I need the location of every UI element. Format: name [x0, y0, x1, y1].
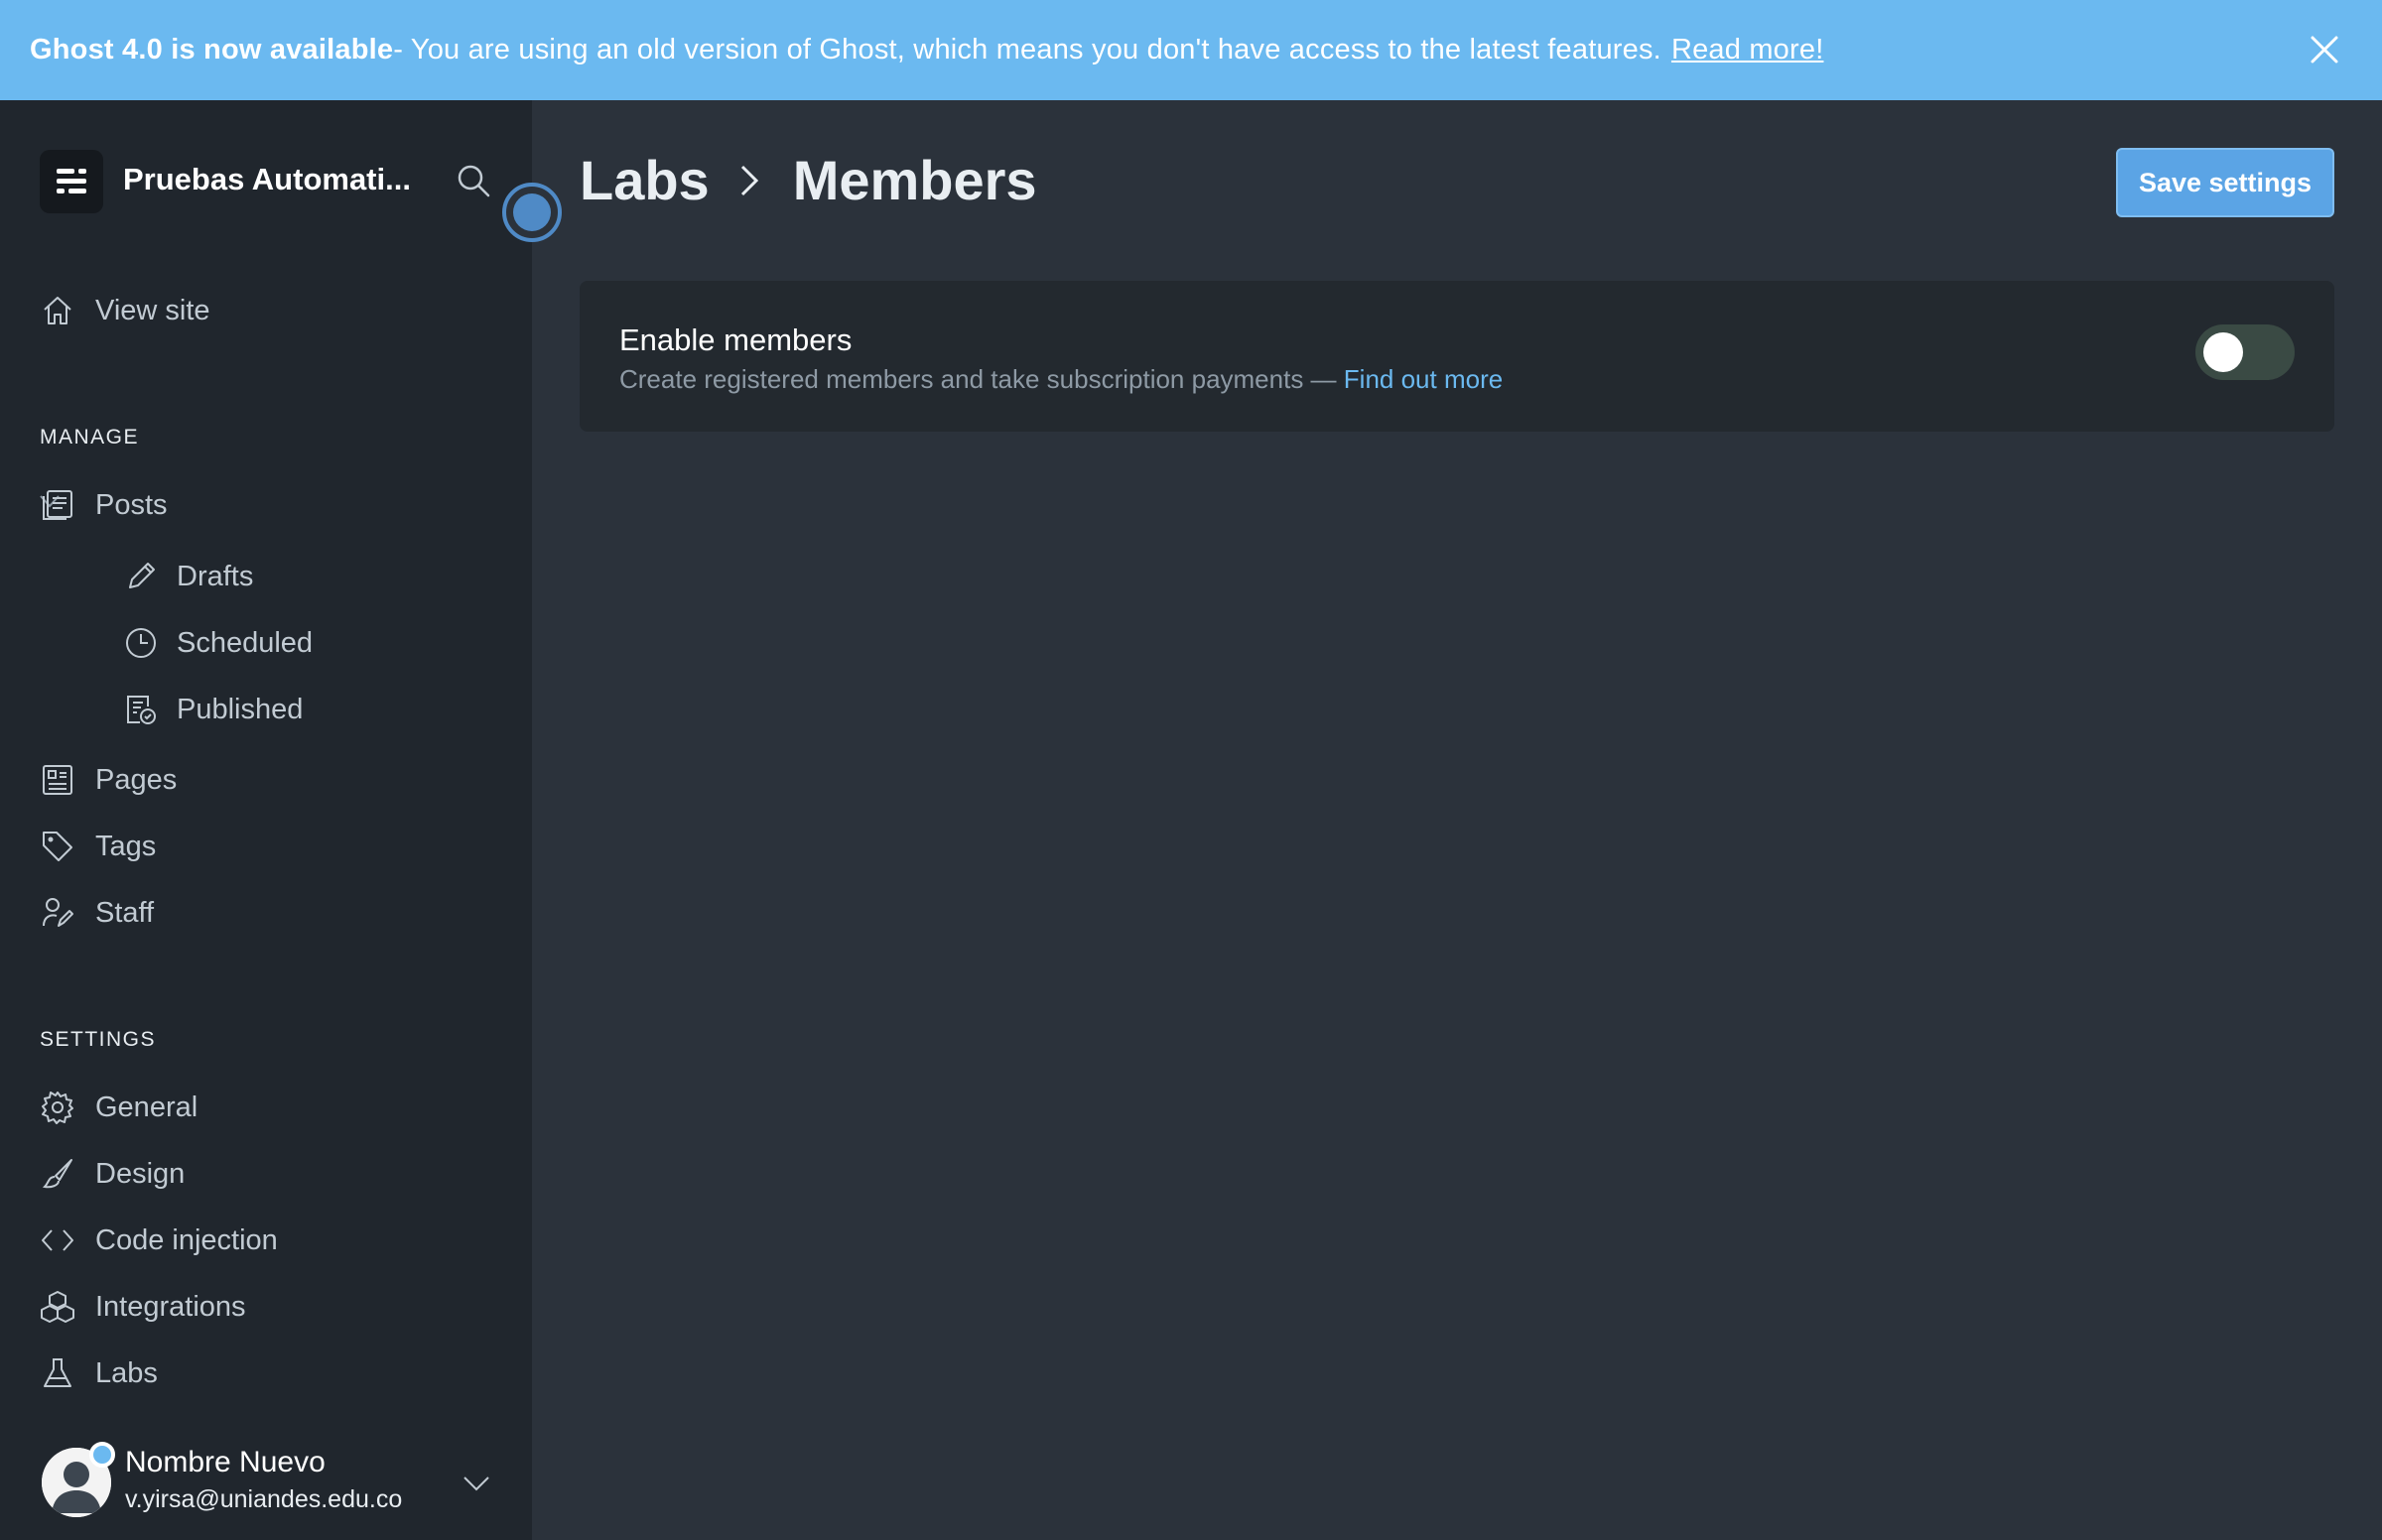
sidebar-item-label: Tags	[95, 830, 157, 862]
main-content: Labs Members Save settings Enable member…	[532, 100, 2382, 1540]
sidebar-item-label: Staff	[95, 896, 155, 929]
sidebar-item-label: View site	[95, 294, 210, 326]
banner-message: - You are using an old version of Ghost,…	[393, 34, 1661, 65]
save-settings-button[interactable]: Save settings	[2116, 148, 2334, 217]
code-icon	[40, 1222, 75, 1258]
sidebar-item-label: Drafts	[177, 560, 254, 592]
flask-icon	[40, 1355, 75, 1391]
search-icon[interactable]	[455, 162, 492, 199]
manage-section-label: MANAGE	[40, 426, 140, 449]
update-banner: Ghost 4.0 is now available - You are usi…	[0, 0, 2382, 100]
pages-icon	[40, 762, 75, 798]
notification-badge	[89, 1442, 115, 1468]
sidebar: Pruebas Automati... View site MANAGE Pos…	[0, 100, 532, 1540]
sidebar-item-staff[interactable]: Staff	[40, 887, 154, 939]
home-icon	[40, 293, 75, 328]
sidebar-item-view-site[interactable]: View site	[40, 285, 210, 336]
sidebar-item-general[interactable]: General	[40, 1082, 198, 1133]
pencil-icon	[123, 559, 159, 594]
sidebar-item-scheduled[interactable]: Scheduled	[123, 617, 313, 669]
sidebar-item-label: Published	[177, 693, 304, 725]
sidebar-item-label: Pages	[95, 763, 178, 796]
card-description: Create registered members and take subsc…	[619, 364, 1503, 395]
user-name: Nombre Nuevo	[125, 1446, 326, 1478]
card-title: Enable members	[619, 322, 853, 357]
sidebar-item-label: General	[95, 1091, 198, 1123]
toggle-knob	[2203, 332, 2243, 372]
sidebar-item-published[interactable]: Published	[123, 684, 303, 735]
sidebar-item-code-injection[interactable]: Code injection	[40, 1215, 278, 1266]
chevron-right-icon	[740, 165, 758, 195]
banner-read-more-link[interactable]: Read more!	[1671, 34, 1824, 66]
sidebar-item-pages[interactable]: Pages	[40, 754, 177, 806]
breadcrumb-labs-link[interactable]: Labs	[580, 148, 710, 212]
published-icon	[123, 692, 159, 727]
user-menu[interactable]: Nombre Nuevo v.yirsa@uniandes.edu.co	[40, 1442, 506, 1521]
sidebar-item-label: Scheduled	[177, 626, 314, 659]
user-email: v.yirsa@uniandes.edu.co	[125, 1485, 403, 1513]
find-out-more-link[interactable]: Find out more	[1344, 364, 1503, 394]
cursor-indicator	[502, 183, 562, 242]
sidebar-item-labs[interactable]: Labs	[40, 1348, 158, 1399]
enable-members-toggle[interactable]	[2195, 324, 2295, 380]
sidebar-item-integrations[interactable]: Integrations	[40, 1281, 246, 1333]
clock-icon	[123, 625, 159, 661]
sidebar-item-posts[interactable]: Posts	[40, 479, 168, 531]
integrations-icon	[40, 1289, 75, 1325]
gear-icon	[40, 1090, 75, 1125]
chevron-down-icon[interactable]	[461, 1468, 492, 1499]
ghost-logo-icon	[57, 169, 86, 193]
sidebar-item-label: Posts	[95, 488, 168, 521]
sidebar-item-tags[interactable]: Tags	[40, 821, 156, 872]
page-title: Members	[792, 149, 1037, 211]
brush-icon	[40, 1156, 75, 1192]
breadcrumb: Labs Members	[580, 148, 1037, 212]
posts-icon	[40, 487, 75, 523]
close-icon[interactable]	[2305, 30, 2344, 69]
settings-section-label: SETTINGS	[40, 1028, 157, 1051]
sidebar-item-label: Integrations	[95, 1290, 246, 1323]
tag-icon	[40, 829, 75, 864]
cursor-dot	[513, 193, 551, 231]
enable-members-card: Enable members Create registered members…	[580, 281, 2334, 432]
site-title[interactable]: Pruebas Automati...	[123, 162, 421, 197]
sidebar-item-label: Code injection	[95, 1223, 278, 1256]
sidebar-item-drafts[interactable]: Drafts	[123, 551, 253, 602]
site-logo[interactable]	[40, 150, 103, 213]
sidebar-item-label: Design	[95, 1157, 186, 1190]
staff-icon	[40, 895, 75, 931]
sidebar-item-label: Labs	[95, 1356, 158, 1389]
card-description-text: Create registered members and take subsc…	[619, 364, 1344, 394]
banner-title: Ghost 4.0 is now available	[30, 34, 394, 65]
sidebar-item-design[interactable]: Design	[40, 1148, 185, 1200]
